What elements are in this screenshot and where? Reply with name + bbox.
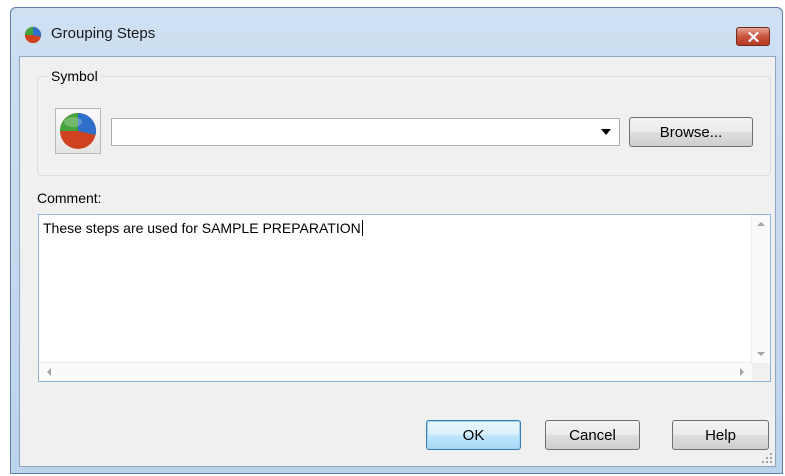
horizontal-scrollbar[interactable] — [39, 362, 752, 381]
grouping-steps-dialog: Grouping Steps Symbol Browse... Comment:… — [10, 7, 783, 474]
dropdown-arrow-icon[interactable] — [601, 129, 611, 135]
scroll-down-arrow-icon[interactable] — [757, 352, 765, 356]
help-button[interactable]: Help — [672, 420, 769, 450]
title-bar[interactable]: Grouping Steps — [11, 8, 782, 56]
ok-button[interactable]: OK — [426, 420, 521, 450]
symbol-preview — [55, 108, 101, 154]
comment-textarea[interactable]: These steps are used for SAMPLE PREPARAT… — [38, 214, 771, 382]
symbol-dropdown[interactable] — [111, 118, 620, 146]
text-caret — [361, 220, 363, 236]
scrollbar-corner — [752, 363, 770, 381]
cancel-button[interactable]: Cancel — [545, 420, 640, 450]
resize-grip-icon[interactable] — [761, 452, 773, 464]
comment-label: Comment: — [37, 190, 102, 206]
symbol-group-label: Symbol — [48, 68, 101, 84]
comment-text-value: These steps are used for SAMPLE PREPARAT… — [43, 220, 361, 236]
dialog-title: Grouping Steps — [51, 25, 156, 42]
close-x-icon — [747, 31, 759, 42]
close-button[interactable] — [736, 27, 770, 46]
dialog-client-area: Symbol Browse... Comment: These steps ar… — [19, 56, 776, 467]
pie-chart-icon — [60, 112, 97, 149]
pie-chart-icon — [24, 26, 42, 44]
scroll-right-arrow-icon[interactable] — [740, 368, 744, 376]
scroll-left-arrow-icon[interactable] — [47, 368, 51, 376]
vertical-scrollbar[interactable] — [751, 215, 770, 363]
browse-button[interactable]: Browse... — [629, 117, 753, 147]
comment-text: These steps are used for SAMPLE PREPARAT… — [43, 220, 363, 236]
scroll-up-arrow-icon[interactable] — [757, 222, 765, 226]
